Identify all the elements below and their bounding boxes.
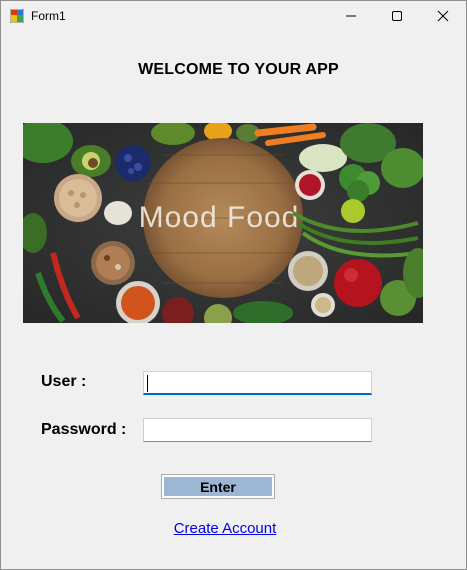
app-window: Form1 WELCOME TO YOUR APP Mood Food User… xyxy=(0,0,467,570)
password-label: Password : xyxy=(41,421,127,438)
password-input[interactable] xyxy=(143,418,372,442)
banner-logo-text: Mood Food xyxy=(139,201,300,234)
minimize-icon xyxy=(346,15,356,17)
enter-button[interactable]: Enter xyxy=(161,474,275,499)
minimize-button[interactable] xyxy=(328,1,374,31)
maximize-button[interactable] xyxy=(374,1,420,31)
window-title: Form1 xyxy=(31,9,66,23)
text-caret xyxy=(147,375,148,392)
user-input[interactable] xyxy=(143,371,372,395)
maximize-icon xyxy=(392,11,402,21)
title-bar[interactable]: Form1 xyxy=(1,1,466,32)
welcome-heading: WELCOME TO YOUR APP xyxy=(138,61,339,78)
close-button[interactable] xyxy=(420,1,466,31)
close-icon xyxy=(437,10,449,22)
food-banner-image: Mood Food xyxy=(23,123,423,323)
create-account-link[interactable]: Create Account xyxy=(1,520,449,537)
app-icon xyxy=(10,9,24,23)
enter-button-label: Enter xyxy=(164,477,272,496)
user-label: User : xyxy=(41,373,87,390)
